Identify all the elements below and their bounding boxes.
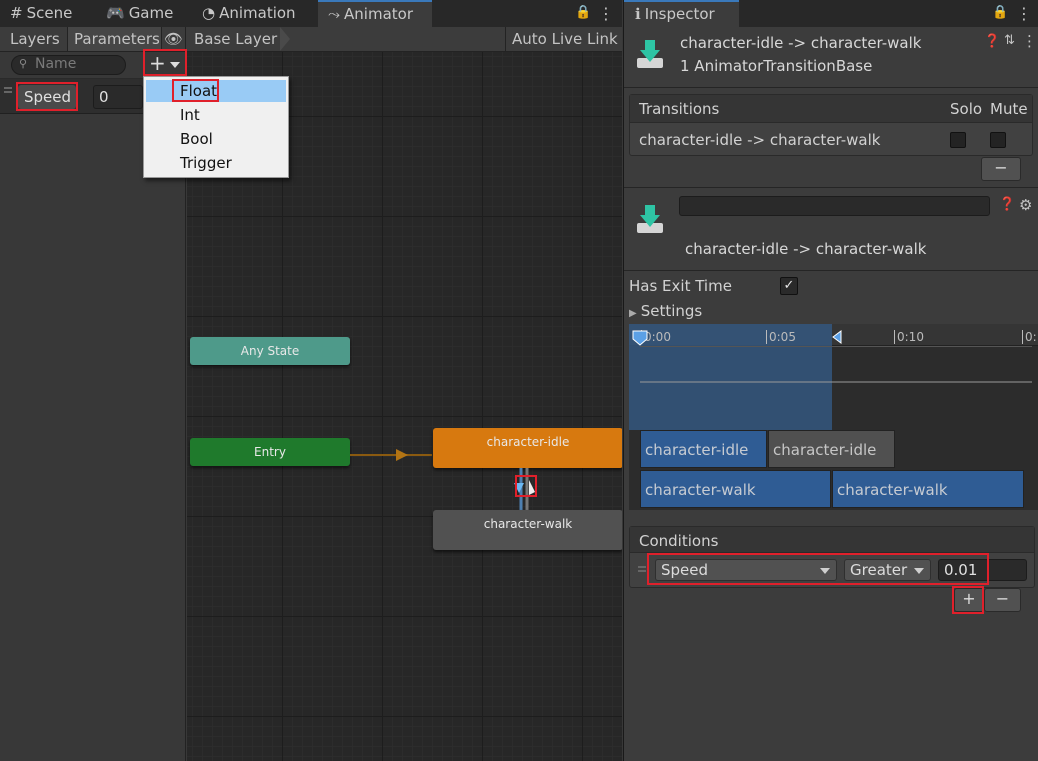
chevron-down-icon [914,568,924,574]
breadcrumb-base-layer[interactable]: Base Layer [186,27,282,51]
parameters-tab[interactable]: Parameters [68,27,162,51]
transition-end-marker-icon[interactable] [831,330,843,344]
animator-toolbar: Layers Parameters 👁 Base Layer Auto Live… [0,27,622,52]
solo-checkbox[interactable] [950,132,966,148]
idle-to-walk-transition[interactable] [509,468,539,512]
divider [624,187,1038,188]
menu-item-float[interactable]: Float [146,80,286,102]
condition-parameter-dropdown[interactable]: Speed [655,559,837,581]
animation-clock-icon: ◔ [202,4,216,22]
transition-row-label[interactable]: character-idle -> character-walk [639,131,880,149]
gear-icon[interactable]: ⚙ [1019,196,1032,214]
divider [624,270,1038,271]
chevron-down-icon [170,62,180,68]
clip-bar-walk-1[interactable]: character-walk [640,470,831,508]
menu-item-int[interactable]: Int [146,104,286,126]
transition-icon [637,40,663,68]
transition-icon [637,205,663,233]
remove-transition-button[interactable]: − [981,157,1021,181]
transitions-header: Transitions [639,100,720,118]
transition-name-input[interactable] [679,196,990,216]
editor-tab-bar: # Scene 🎮 Game ◔ Animation ⤳ Animator 🔒 ⋮ [0,0,622,27]
info-icon: ℹ [635,5,641,23]
plus-icon: + [149,51,166,75]
transition-start-marker-icon[interactable] [631,330,649,346]
more-menu-icon[interactable]: ⋮ [598,4,614,23]
remove-condition-button[interactable]: − [984,588,1021,612]
tick-label: 0:05 [766,330,796,344]
tab-inspector[interactable]: ℹ Inspector [624,0,739,27]
clip-bar-idle-1[interactable]: character-idle [640,430,767,468]
conditions-list: Conditions Speed Greater 0.01 [629,526,1035,588]
timeline-weight-line [640,381,1032,383]
lock-icon[interactable]: 🔒 [575,5,591,20]
animator-icon: ⤳ [328,5,341,23]
tab-scene[interactable]: # Scene [10,0,72,27]
transition-detail-title: character-idle -> character-walk [685,240,927,258]
breadcrumb-arrow-icon [280,27,290,51]
inspector-title: character-idle -> character-walk [680,34,922,52]
divider [624,87,1038,88]
transition-timeline[interactable]: 0:00 0:05 0:10 0: character-idle charact… [629,324,1038,510]
chevron-down-icon [820,568,830,574]
clip-bar-walk-2[interactable]: character-walk [832,470,1024,508]
any-state-node[interactable]: Any State [190,337,350,365]
timeline-gridline [640,346,1032,347]
layers-tab[interactable]: Layers [0,27,68,51]
inspector-tab-bar: ℹ Inspector 🔒 ⋮ [624,0,1038,27]
menu-item-bool[interactable]: Bool [146,128,286,150]
drag-handle-icon[interactable] [638,566,646,568]
drag-handle-icon[interactable] [4,87,12,89]
preset-icon[interactable]: ⇅ [1004,33,1015,48]
condition-mode-dropdown[interactable]: Greater [844,559,931,581]
parameter-search-input[interactable]: ⚲ Name [11,55,126,75]
condition-value-field[interactable]: 0.01 [938,559,1027,581]
conditions-header: Conditions [639,532,719,550]
tab-game[interactable]: 🎮 Game [106,0,173,27]
parameter-name[interactable]: Speed [18,85,76,109]
clip-bar-idle-2[interactable]: character-idle [768,430,895,468]
add-parameter-menu: Float Int Bool Trigger [143,76,289,178]
lock-icon[interactable]: 🔒 [992,5,1008,20]
more-menu-icon[interactable]: ⋮ [1022,32,1037,50]
search-icon: ⚲ [19,57,28,70]
has-exit-time-checkbox[interactable]: ✓ [780,277,798,295]
mute-header: Mute [990,100,1028,118]
solo-header: Solo [950,100,983,118]
tick-label: 0:10 [894,330,924,344]
transitions-list: Transitions Solo Mute character-idle -> … [629,94,1033,156]
tab-animator[interactable]: ⤳ Animator [318,0,432,27]
add-parameter-button[interactable]: + [145,53,185,75]
eye-icon[interactable]: 👁 [162,27,186,51]
add-condition-button[interactable]: + [954,588,984,612]
settings-foldout[interactable]: ▶ Settings [629,302,702,320]
help-icon[interactable]: ❓ [984,34,1000,49]
auto-live-link-button[interactable]: Auto Live Link [505,27,622,51]
entry-node[interactable]: Entry [190,438,350,466]
inspector-panel: ℹ Inspector 🔒 ⋮ character-idle -> charact… [623,0,1038,761]
inspector-subtitle: 1 AnimatorTransitionBase [680,57,873,75]
foldout-arrow-icon: ▶ [629,308,637,319]
has-exit-time-label: Has Exit Time [629,277,732,295]
entry-transition-arrow[interactable] [350,447,435,461]
tick-label: 0: [1022,330,1037,344]
menu-item-trigger[interactable]: Trigger [146,152,286,174]
parameter-value-field[interactable]: 0 [93,85,143,109]
mute-checkbox[interactable] [990,132,1006,148]
character-idle-node[interactable]: character-idle [433,428,622,468]
grid-icon: # [10,4,23,22]
help-icon[interactable]: ❓ [999,197,1015,212]
tab-animation[interactable]: ◔ Animation [202,0,296,27]
gamepad-icon: 🎮 [106,4,125,22]
character-walk-node[interactable]: character-walk [433,510,622,550]
more-menu-icon[interactable]: ⋮ [1016,4,1032,23]
